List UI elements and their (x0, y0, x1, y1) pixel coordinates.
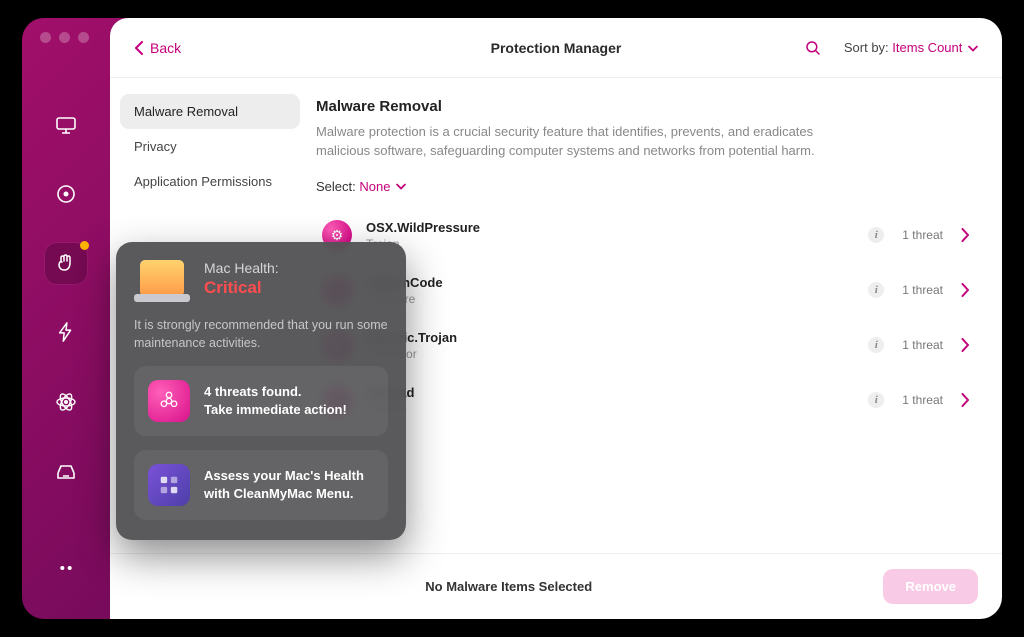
back-button[interactable]: Back (134, 40, 181, 56)
rail-item-menu[interactable] (45, 548, 87, 589)
info-icon[interactable]: i (868, 392, 884, 408)
nav-item-privacy[interactable]: Privacy (120, 129, 300, 164)
popover-subtitle: It is strongly recommended that you run … (134, 316, 388, 352)
search-button[interactable] (804, 39, 822, 57)
popover-status: Critical (204, 278, 279, 298)
nav-item-app-permissions[interactable]: Application Permissions (120, 164, 300, 199)
laptop-icon (134, 260, 190, 302)
threat-name: HiddenCode (366, 275, 868, 290)
select-dropdown[interactable]: None (359, 179, 406, 194)
threat-name: Generic.Trojan (366, 330, 868, 345)
nav-item-malware-removal[interactable]: Malware Removal (120, 94, 300, 129)
alert-dot-icon (80, 241, 89, 250)
bolt-icon (55, 321, 77, 343)
footer: No Malware Items Selected Remove (110, 553, 1002, 619)
chevron-right-icon (961, 338, 970, 352)
section-description: Malware protection is a crucial security… (316, 123, 836, 161)
threat-row[interactable]: ✱ HiddenCode Riskware i 1 threat (316, 263, 976, 318)
content: Malware Removal Malware protection is a … (310, 78, 1002, 553)
monitor-icon (54, 113, 78, 137)
rail-item-apps[interactable] (45, 381, 87, 422)
header: Back Protection Manager Sort by: Items C… (110, 18, 1002, 78)
threat-count: 1 threat (902, 393, 943, 407)
drawer-icon (54, 459, 78, 483)
popover-title: Mac Health: (204, 260, 279, 276)
widgets-icon (148, 464, 190, 506)
atom-icon (54, 390, 78, 414)
vacuum-icon (54, 182, 78, 206)
info-icon[interactable]: i (868, 337, 884, 353)
menu-icon (55, 557, 77, 579)
threat-kind: Riskware (366, 292, 868, 306)
health-popover: Mac Health: Critical It is strongly reco… (116, 242, 406, 540)
chevron-right-icon (961, 228, 970, 242)
select-value: None (359, 179, 390, 194)
select-row: Select: None (316, 179, 976, 194)
rail-item-files[interactable] (45, 450, 87, 491)
zoom-window-icon[interactable] (78, 32, 89, 43)
threat-count: 1 threat (902, 283, 943, 297)
sidebar-rail (22, 18, 110, 619)
threat-kind: Adware (366, 402, 868, 416)
chevron-down-icon (396, 183, 406, 191)
sort-value: Items Count (892, 40, 962, 55)
threat-kind: Backdoor (366, 347, 868, 361)
remove-button[interactable]: Remove (883, 569, 978, 604)
sort-dropdown[interactable]: Sort by: Items Count (844, 40, 978, 55)
popover-card-threats[interactable]: 4 threats found. Take immediate action! (134, 366, 388, 436)
biohazard-icon (148, 380, 190, 422)
chevron-right-icon (961, 283, 970, 297)
threat-row[interactable]: ◑ AdLoad Adware i 1 threat (316, 373, 976, 428)
search-icon (804, 39, 822, 57)
info-icon[interactable]: i (868, 227, 884, 243)
threat-list: ⚙ OSX.WildPressure Trojan i 1 threat (316, 208, 976, 428)
rail-item-performance[interactable] (45, 312, 87, 353)
threat-name: OSX.WildPressure (366, 220, 868, 235)
chevron-right-icon (961, 393, 970, 407)
close-window-icon[interactable] (40, 32, 51, 43)
page-title: Protection Manager (491, 40, 622, 56)
popover-card-line: Assess your Mac's Health (204, 467, 364, 485)
popover-card-line: 4 threats found. (204, 383, 347, 401)
minimize-window-icon[interactable] (59, 32, 70, 43)
info-icon[interactable]: i (868, 282, 884, 298)
select-label: Select: (316, 179, 356, 194)
chevron-down-icon (968, 45, 978, 53)
threat-kind: Trojan (366, 237, 868, 251)
window-controls (40, 32, 89, 43)
footer-message: No Malware Items Selected (134, 579, 883, 594)
popover-card-assess[interactable]: Assess your Mac's Health with CleanMyMac… (134, 450, 388, 520)
threat-row[interactable]: ⚙ OSX.WildPressure Trojan i 1 threat (316, 208, 976, 263)
back-label: Back (150, 40, 181, 56)
hand-icon (54, 251, 78, 275)
app-window: Back Protection Manager Sort by: Items C… (22, 18, 1002, 619)
threat-name: AdLoad (366, 385, 868, 400)
threat-row[interactable]: ⬣ Generic.Trojan Backdoor i 1 threat (316, 318, 976, 373)
popover-card-line: Take immediate action! (204, 401, 347, 419)
rail-item-protection[interactable] (45, 243, 87, 284)
section-title: Malware Removal (316, 98, 976, 115)
threat-count: 1 threat (902, 228, 943, 242)
rail-item-cleanup[interactable] (45, 173, 87, 214)
rail-item-monitor[interactable] (45, 104, 87, 145)
sort-label: Sort by: (844, 40, 889, 55)
popover-card-line: with CleanMyMac Menu. (204, 485, 364, 503)
chevron-left-icon (134, 41, 144, 55)
threat-count: 1 threat (902, 338, 943, 352)
